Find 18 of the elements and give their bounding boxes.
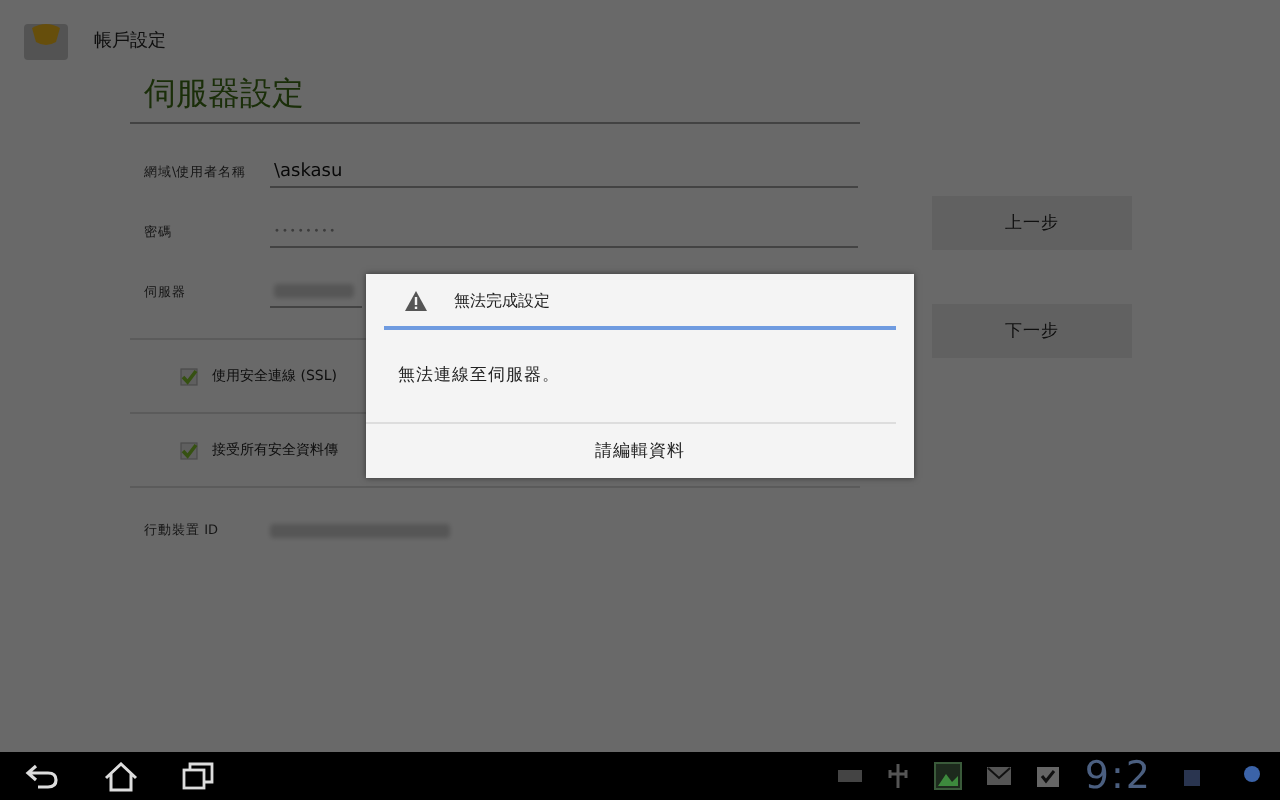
screen-title: 帳戶設定 bbox=[94, 29, 166, 53]
section-heading: 伺服器設定 bbox=[130, 74, 860, 124]
dialog-message: 無法連線至伺服器。 bbox=[398, 364, 560, 388]
dialog-title: 無法完成設定 bbox=[454, 289, 550, 311]
step-button[interactable]: 下一步 bbox=[932, 304, 1132, 358]
clipboard-check-icon[interactable] bbox=[1036, 764, 1061, 788]
recent-apps-icon[interactable] bbox=[182, 762, 214, 790]
clock-time: 9:2 bbox=[1084, 754, 1152, 798]
checkbox[interactable] bbox=[180, 441, 198, 459]
input-field[interactable]: \askasu bbox=[270, 157, 858, 187]
step-button[interactable]: 上一步 bbox=[932, 196, 1132, 250]
picture-icon[interactable] bbox=[934, 762, 963, 790]
checkbox[interactable] bbox=[180, 367, 198, 385]
edit-details-button[interactable]: 請編輯資料 bbox=[366, 424, 914, 478]
back-icon[interactable] bbox=[24, 762, 60, 790]
warning-icon bbox=[404, 289, 428, 311]
mail-icon[interactable] bbox=[986, 766, 1013, 786]
home-icon[interactable] bbox=[104, 761, 138, 791]
